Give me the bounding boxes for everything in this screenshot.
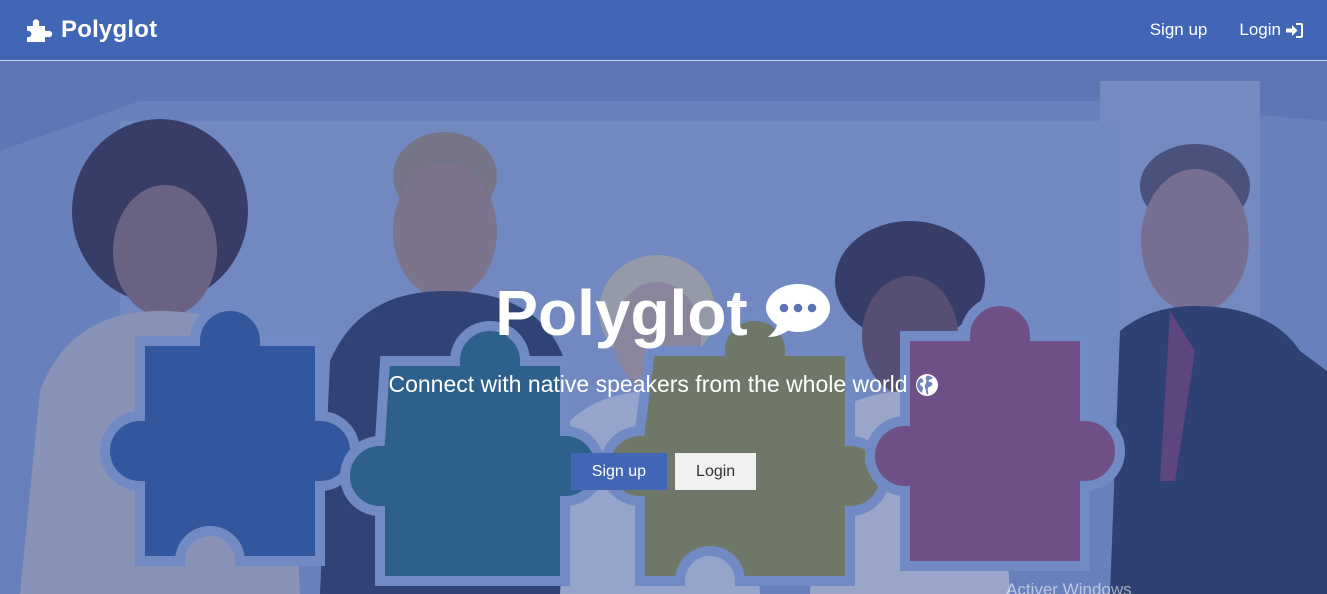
globe-icon	[915, 373, 938, 396]
windows-activation-watermark: Activer Windows	[1006, 580, 1132, 594]
nav-login-link[interactable]: Login	[1239, 20, 1303, 40]
brand-link[interactable]: Polyglot	[25, 16, 157, 44]
hero-subtitle: Connect with native speakers from the wh…	[388, 371, 908, 397]
nav-signup-link[interactable]: Sign up	[1150, 20, 1208, 40]
hero-title: Polyglot	[495, 277, 748, 349]
hero-signup-button[interactable]: Sign up	[570, 453, 668, 490]
comment-dots-icon	[765, 284, 830, 337]
navbar: Polyglot Sign up Login	[0, 0, 1327, 61]
hero-title-row: Polyglot	[495, 281, 831, 345]
sign-in-icon	[1286, 22, 1303, 38]
hero-buttons: Sign up Login	[570, 453, 757, 490]
puzzle-icon	[27, 19, 53, 42]
hero-content: Polyglot Connect with native speakers fr…	[0, 281, 1327, 490]
hero-login-button[interactable]: Login	[675, 453, 757, 490]
nav-signup-label: Sign up	[1149, 20, 1208, 39]
brand-name: Polyglot	[61, 16, 158, 43]
nav-login-label: Login	[1239, 20, 1281, 39]
hero-subtitle-row: Connect with native speakers from the wh…	[388, 371, 938, 398]
hero-section: Polyglot Connect with native speakers fr…	[0, 61, 1327, 594]
nav-links: Sign up Login	[1150, 20, 1303, 40]
